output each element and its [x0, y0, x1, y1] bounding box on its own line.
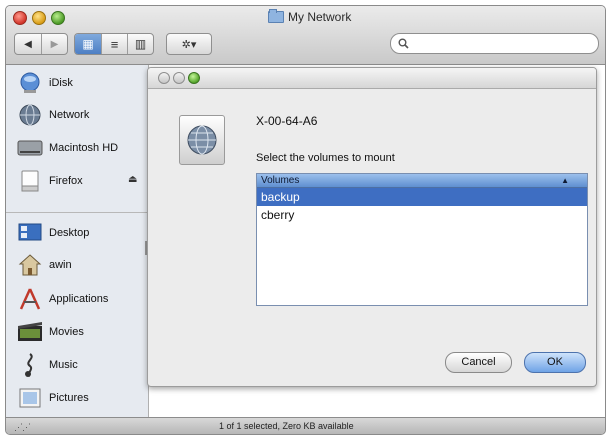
icon-view-button[interactable]: ▦ — [75, 34, 102, 54]
dialog-zoom-button[interactable] — [188, 72, 200, 84]
back-forward-group: ◀ ▶ — [14, 33, 68, 55]
dialog-titlebar — [148, 68, 596, 89]
sidebar-item-label: Network — [49, 109, 90, 121]
idisk-icon — [17, 70, 43, 96]
sidebar-item-applications[interactable]: Applications — [17, 284, 108, 314]
dialog-minimize-button[interactable] — [173, 72, 185, 84]
network-globe-icon — [17, 102, 43, 128]
mount-prompt: Select the volumes to mount — [256, 152, 395, 164]
sidebar-item-pictures[interactable]: Pictures — [17, 383, 89, 413]
grip-icon: ⋰⋰ — [14, 422, 31, 432]
sidebar-item-label: Macintosh HD — [49, 142, 119, 154]
sidebar-item-movies[interactable]: Movies — [17, 317, 84, 347]
eject-icon[interactable]: ⏏ — [128, 174, 137, 185]
list-view-button[interactable]: ≡ — [102, 34, 128, 54]
window-title-text: My Network — [288, 10, 352, 24]
desktop-icon — [17, 220, 43, 246]
sidebar-item-label: awin — [49, 259, 72, 271]
search-icon — [398, 38, 409, 49]
sidebar-item-label: Desktop — [49, 227, 90, 239]
sidebar-item-label: Music — [49, 359, 78, 371]
sidebar-item-music[interactable]: Music — [17, 350, 78, 380]
sidebar-item-idisk[interactable]: iDisk — [17, 68, 73, 98]
view-mode-group: ▦ ≡ ▥ — [74, 33, 154, 55]
server-globe-icon — [179, 115, 225, 165]
action-menu-button[interactable]: ✲▾ — [166, 33, 212, 55]
forward-button[interactable]: ▶ — [42, 34, 67, 54]
applications-icon — [17, 286, 43, 312]
minimize-window-button[interactable] — [32, 11, 46, 25]
sidebar-divider — [6, 212, 148, 213]
network-folder-icon — [268, 9, 284, 23]
cancel-button[interactable]: Cancel — [445, 352, 512, 373]
window-title: My Network — [268, 9, 352, 24]
sort-ascending-icon: ▲ — [561, 176, 569, 185]
search-field[interactable] — [390, 33, 599, 54]
hard-drive-icon — [17, 135, 43, 161]
dialog-close-button[interactable] — [158, 72, 170, 84]
sidebar-item-label: Movies — [49, 326, 84, 338]
sidebar-item-firefox[interactable]: Firefox — [17, 166, 83, 196]
volume-row-backup[interactable]: backup — [257, 188, 587, 206]
sidebar-item-label: Pictures — [49, 392, 89, 404]
volume-row-cberry[interactable]: cberry — [257, 206, 587, 224]
movies-icon — [17, 319, 43, 345]
sidebar-item-label: iDisk — [49, 77, 73, 89]
server-name: X-00-64-A6 — [256, 114, 318, 128]
gear-icon: ✲▾ — [181, 38, 197, 51]
sidebar-item-macintosh-hd[interactable]: Macintosh HD — [17, 133, 118, 163]
mount-volumes-dialog: X-00-64-A6 Select the volumes to mount V… — [147, 67, 597, 387]
pictures-icon — [17, 385, 43, 411]
sidebar-item-label: Firefox — [49, 175, 83, 187]
volumes-header-label: Volumes — [261, 175, 300, 186]
column-view-button[interactable]: ▥ — [128, 34, 153, 54]
zoom-window-button[interactable] — [51, 11, 65, 25]
volumes-list[interactable]: Volumes ▲ backup cberry — [256, 173, 588, 306]
sidebar-item-awin[interactable]: awin — [17, 250, 72, 280]
sidebar: iDisk Network Macintosh HD Firefox ⏏ Des… — [6, 65, 149, 417]
ok-button[interactable]: OK — [524, 352, 586, 373]
sidebar-item-network[interactable]: Network — [17, 100, 89, 130]
status-bar: ⋰⋰ 1 of 1 selected, Zero KB available — [6, 417, 605, 434]
back-button[interactable]: ◀ — [15, 34, 42, 54]
home-icon — [17, 252, 43, 278]
status-text: 1 of 1 selected, Zero KB available — [219, 421, 354, 431]
music-icon — [17, 352, 43, 378]
sidebar-item-label: Applications — [49, 293, 109, 305]
close-window-button[interactable] — [13, 11, 27, 25]
window-titlebar: My Network ◀ ▶ ▦ ≡ ▥ ✲▾ — [6, 6, 605, 65]
volumes-column-header[interactable]: Volumes ▲ — [257, 174, 587, 188]
sidebar-item-desktop[interactable]: Desktop — [17, 218, 89, 248]
disk-image-icon — [17, 168, 43, 194]
